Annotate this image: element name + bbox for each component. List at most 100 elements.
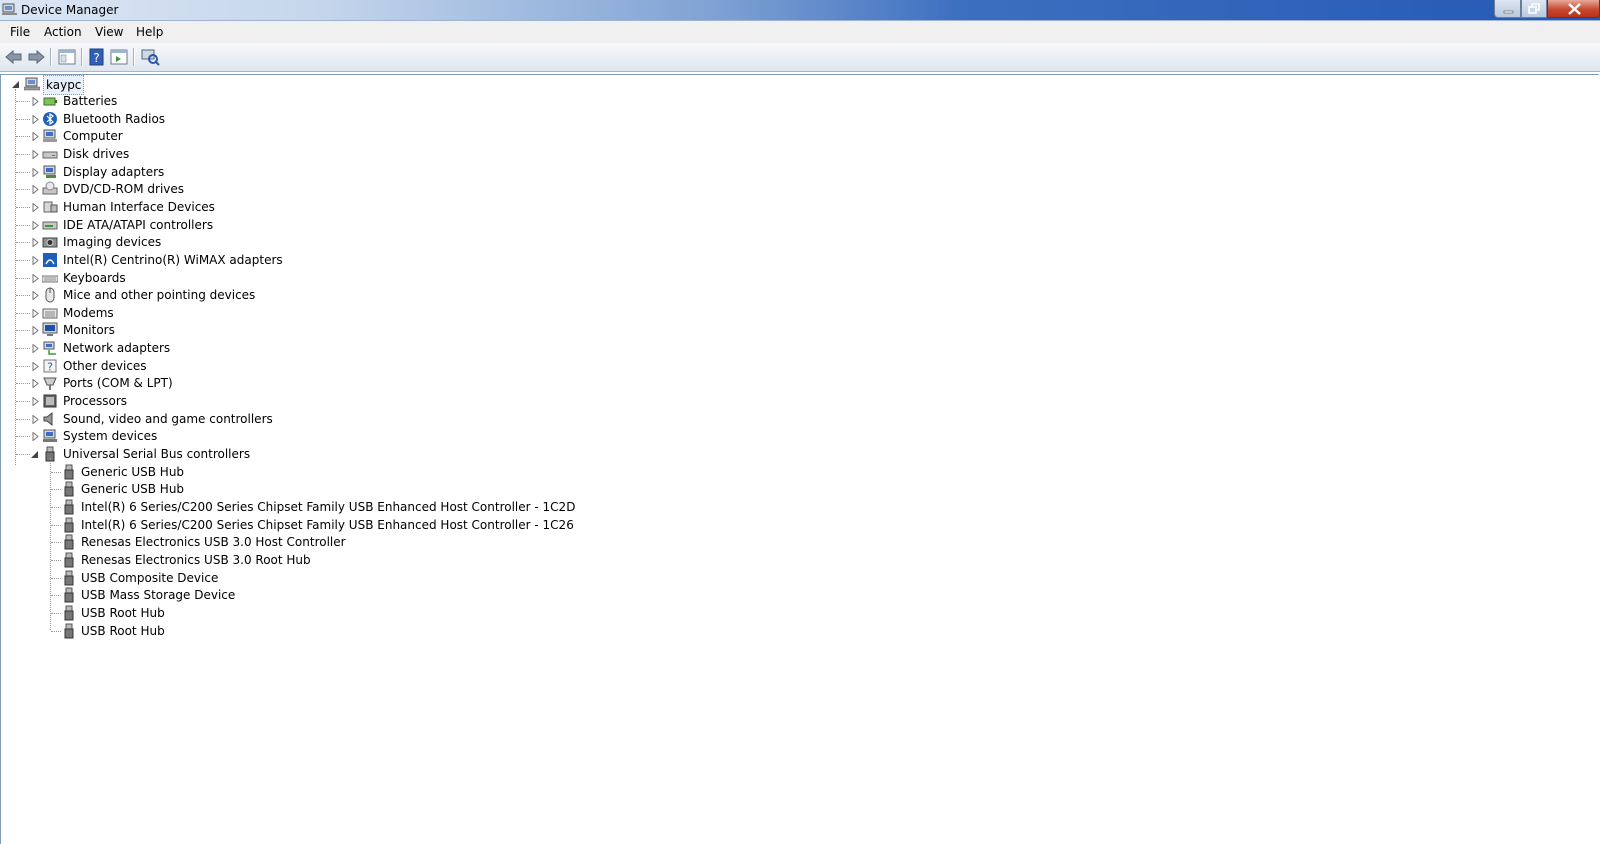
tree-device-row[interactable]: Generic USB Hub	[1, 480, 701, 498]
tree-category-row[interactable]: Intel(R) Centrino(R) WiMAX adapters	[1, 251, 601, 269]
tree-category-row[interactable]: Sound, video and game controllers	[1, 410, 601, 428]
tree-category-row[interactable]: IDE ATA/ATAPI controllers	[1, 216, 601, 234]
tree-device-label: USB Root Hub	[81, 605, 165, 620]
menu-view[interactable]: View	[95, 25, 123, 39]
tree-category-row[interactable]: ? Other devices	[1, 357, 601, 375]
tree-category-row[interactable]: Disk drives	[1, 145, 601, 163]
tree-category-row[interactable]: Batteries	[1, 92, 601, 110]
tree-root-row[interactable]: kaypc	[1, 75, 201, 95]
expand-arrow-icon[interactable]	[31, 220, 40, 230]
tree-device-label: Renesas Electronics USB 3.0 Root Hub	[81, 552, 311, 567]
tree-connector-line	[16, 418, 30, 420]
minimize-button[interactable]	[1494, 0, 1521, 18]
tree-device-label: USB Mass Storage Device	[81, 588, 236, 603]
expand-arrow-icon[interactable]	[31, 273, 40, 283]
tree-category-label: Keyboards	[63, 270, 126, 285]
tree-category-label: Intel(R) Centrino(R) WiMAX adapters	[63, 252, 283, 267]
tree-connector-line	[16, 295, 30, 297]
tree-device-row[interactable]: USB Root Hub	[1, 604, 701, 622]
tree-connector-line	[16, 224, 30, 226]
tree-device-row[interactable]: Intel(R) 6 Series/C200 Series Chipset Fa…	[1, 498, 701, 516]
tree-category-row[interactable]: Ports (COM & LPT)	[1, 374, 601, 392]
tree-category-label: Modems	[63, 305, 114, 320]
show-hide-console-tree-icon[interactable]	[57, 47, 77, 67]
tree-category-label: Batteries	[63, 94, 118, 108]
tree-category-row[interactable]: Keyboards	[1, 269, 601, 287]
tree-device-row[interactable]: Renesas Electronics USB 3.0 Root Hub	[1, 551, 701, 569]
tree-category-row[interactable]: Display adapters	[1, 163, 601, 181]
expand-arrow-icon[interactable]	[31, 379, 40, 389]
tree-connector-line	[16, 189, 30, 191]
network-icon	[43, 341, 56, 355]
expand-arrow-icon[interactable]	[31, 361, 40, 371]
close-button[interactable]	[1547, 0, 1600, 18]
expand-arrow-icon[interactable]	[31, 185, 40, 195]
expand-arrow-icon[interactable]	[31, 255, 40, 265]
tree-device-row[interactable]: USB Root Hub	[1, 622, 701, 640]
tree-category-row[interactable]: Universal Serial Bus controllers	[1, 445, 601, 463]
menu-bar: File Action View Help	[0, 21, 1600, 43]
restore-button[interactable]	[1521, 0, 1547, 18]
expand-arrow-icon[interactable]	[31, 397, 40, 407]
menu-action[interactable]: Action	[44, 25, 82, 39]
collapse-arrow-icon[interactable]	[30, 450, 39, 459]
tree-device-row[interactable]: USB Mass Storage Device	[1, 586, 701, 604]
device-tree[interactable]: kaypc Batteries Bluetooth Radios Computer D…	[0, 74, 1599, 844]
tree-category-row[interactable]: Bluetooth Radios	[1, 110, 601, 128]
tree-category-row[interactable]: Human Interface Devices	[1, 198, 601, 216]
modem-icon	[42, 308, 58, 319]
device-manager-icon	[2, 3, 17, 15]
tree-category-label: Human Interface Devices	[63, 199, 215, 214]
processor-icon	[43, 394, 57, 408]
tree-category-label: Monitors	[63, 323, 115, 338]
tree-category-row[interactable]: Processors	[1, 392, 601, 410]
expand-arrow-icon[interactable]	[31, 114, 40, 124]
expand-arrow-icon[interactable]	[31, 308, 40, 318]
tree-category-label: DVD/CD-ROM drives	[63, 182, 185, 197]
tree-device-row[interactable]: Generic USB Hub	[1, 463, 701, 481]
expand-arrow-icon[interactable]	[31, 202, 40, 212]
expand-arrow-icon[interactable]	[31, 132, 40, 142]
tree-category-row[interactable]: Computer	[1, 127, 601, 145]
tree-category-label: IDE ATA/ATAPI controllers	[63, 217, 214, 232]
expand-arrow-icon[interactable]	[31, 149, 40, 159]
back-arrow-icon[interactable]	[4, 47, 24, 67]
ide-controller-icon	[42, 221, 58, 230]
menu-file[interactable]: File	[10, 25, 30, 39]
tree-device-label: Renesas Electronics USB 3.0 Host Control…	[81, 535, 346, 550]
expand-arrow-icon[interactable]	[31, 97, 40, 106]
usb-icon	[64, 587, 74, 603]
tree-category-row[interactable]: Monitors	[1, 321, 601, 339]
tree-category-label: Universal Serial Bus controllers	[63, 447, 251, 461]
usb-icon	[64, 605, 74, 621]
tree-device-row[interactable]: Renesas Electronics USB 3.0 Host Control…	[1, 533, 701, 551]
tree-category-row[interactable]: Mice and other pointing devices	[1, 286, 601, 304]
help-icon[interactable]: ?	[87, 47, 107, 67]
tree-device-row[interactable]: USB Composite Device	[1, 569, 701, 587]
expand-arrow-icon[interactable]	[31, 291, 40, 301]
properties-pane-icon[interactable]	[109, 47, 129, 67]
tree-device-row[interactable]: Intel(R) 6 Series/C200 Series Chipset Fa…	[1, 516, 701, 534]
tree-category-row[interactable]: System devices	[1, 427, 601, 445]
monitor-icon	[42, 322, 58, 337]
scan-hardware-icon[interactable]	[140, 47, 160, 67]
forward-arrow-icon[interactable]	[26, 47, 46, 67]
tree-connector-line	[16, 242, 30, 244]
expand-arrow-icon[interactable]	[31, 414, 40, 424]
expand-arrow-icon[interactable]	[31, 167, 40, 177]
tree-category-row[interactable]: DVD/CD-ROM drives	[1, 180, 601, 198]
expand-arrow-icon[interactable]	[31, 432, 40, 442]
expand-arrow-icon[interactable]	[31, 326, 40, 336]
tree-category-row[interactable]: Imaging devices	[1, 233, 601, 251]
disk-drive-icon	[42, 151, 58, 159]
expand-arrow-icon[interactable]	[31, 344, 40, 354]
tree-category-row[interactable]: Network adapters	[1, 339, 601, 357]
tree-device-label: Intel(R) 6 Series/C200 Series Chipset Fa…	[81, 517, 574, 532]
tree-category-row[interactable]: Modems	[1, 304, 601, 322]
expand-arrow-icon[interactable]	[31, 238, 40, 248]
tree-category-label: Processors	[63, 394, 128, 409]
tree-category-label: Imaging devices	[63, 235, 162, 250]
collapse-arrow-icon[interactable]	[11, 80, 20, 89]
menu-help[interactable]: Help	[136, 25, 163, 39]
title-bar[interactable]: Device Manager	[0, 0, 1600, 21]
